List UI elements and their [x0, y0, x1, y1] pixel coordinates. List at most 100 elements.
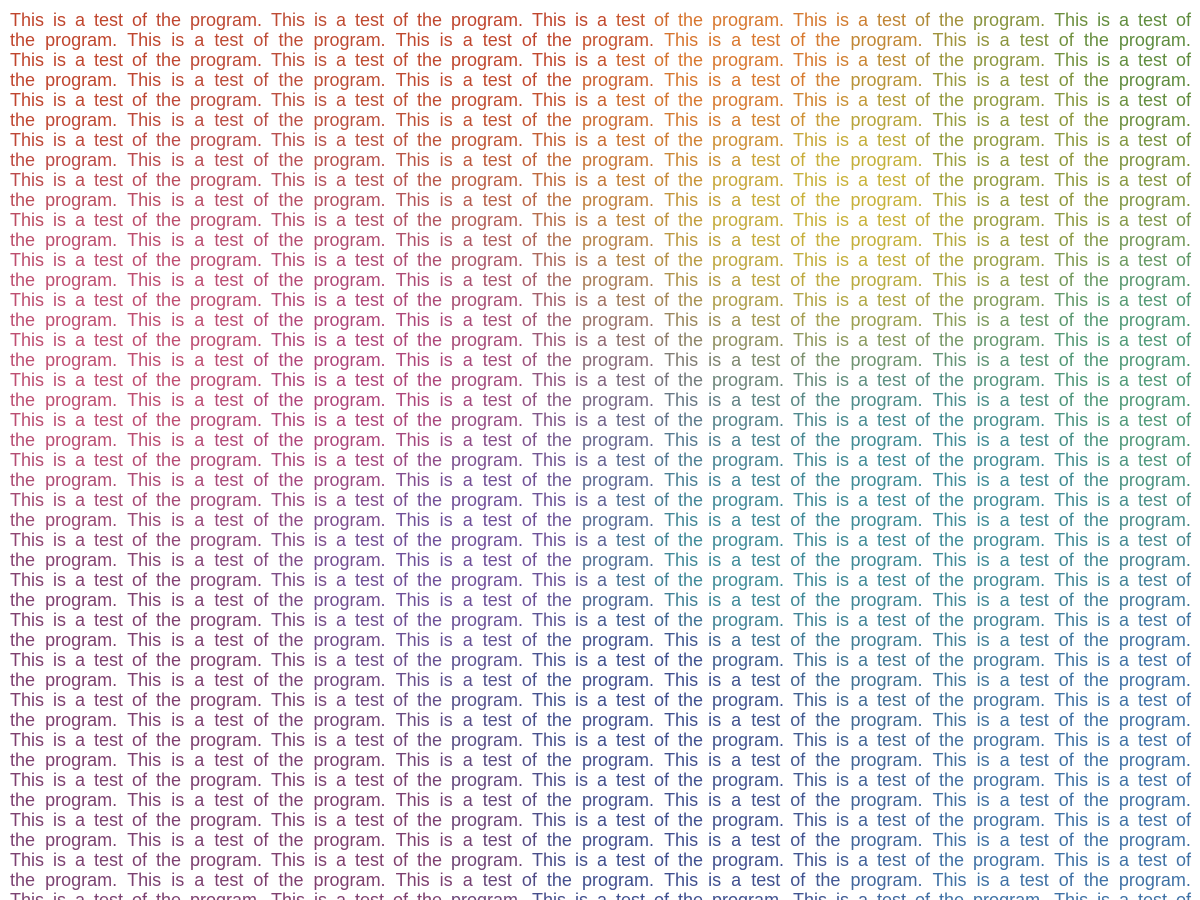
text-word: the — [1083, 30, 1114, 50]
text-word: test — [877, 90, 912, 110]
text-word: program. — [45, 590, 123, 610]
text-word: a — [999, 30, 1015, 50]
text-word: This — [10, 450, 50, 470]
text-word: the — [678, 490, 709, 510]
text-line: the program. This is a test of the progr… — [10, 190, 1191, 210]
text-word: of — [654, 730, 675, 750]
text-word: program. — [712, 770, 790, 790]
text-word: of — [1058, 750, 1079, 770]
text-line: the program. This is a test of the progr… — [10, 870, 1191, 890]
text-word: test — [355, 410, 390, 430]
text-word: the — [417, 90, 448, 110]
text-word: is — [976, 350, 995, 370]
text-word: test — [1019, 590, 1054, 610]
text-word: is — [575, 650, 594, 670]
text-word: the — [939, 210, 970, 230]
text-word: This — [395, 750, 435, 770]
text-word: program. — [850, 550, 928, 570]
text-word: test — [877, 450, 912, 470]
text-word: the — [546, 510, 577, 530]
text-line: This is a test of the program. This is a… — [10, 490, 1191, 510]
text-word: is — [1097, 890, 1116, 900]
text-word: the — [815, 350, 846, 370]
text-word: of — [1176, 250, 1192, 270]
text-word: of — [393, 250, 414, 270]
text-word: test — [214, 630, 249, 650]
text-word: is — [314, 730, 333, 750]
text-word: test — [214, 590, 249, 610]
text-word: is — [976, 710, 995, 730]
text-word: the — [278, 390, 309, 410]
text-word: the — [278, 790, 309, 810]
text-word: a — [731, 70, 747, 90]
text-word: test — [877, 570, 912, 590]
text-word: program. — [581, 750, 660, 770]
text-word: a — [1119, 490, 1135, 510]
text-word: of — [1058, 830, 1079, 850]
text-word: This — [664, 30, 704, 50]
text-word: is — [836, 770, 855, 790]
text-word: a — [597, 250, 613, 270]
text-word: test — [1138, 290, 1173, 310]
text-word: is — [314, 770, 333, 790]
text-word: test — [93, 890, 128, 900]
text-word: This — [271, 690, 311, 710]
text-word: test — [1019, 190, 1054, 210]
text-word: is — [708, 150, 727, 170]
text-word: a — [1119, 850, 1135, 870]
text-word: program. — [45, 790, 123, 810]
text-word: the — [678, 810, 709, 830]
text-word: of — [521, 70, 542, 90]
text-word: test — [1138, 730, 1173, 750]
text-word: is — [708, 790, 727, 810]
text-word: of — [1176, 650, 1192, 670]
text-word: of — [654, 450, 675, 470]
text-word: program. — [581, 590, 660, 610]
text-word: program. — [1118, 190, 1191, 210]
text-word: test — [1019, 230, 1054, 250]
text-word: This — [271, 410, 311, 430]
text-word: test — [93, 730, 128, 750]
text-word: program. — [973, 610, 1051, 630]
text-word: a — [336, 690, 352, 710]
text-word: This — [127, 310, 167, 330]
text-word: This — [10, 650, 50, 670]
text-word: is — [708, 670, 727, 690]
text-word: is — [314, 290, 333, 310]
text-word: This — [1054, 570, 1094, 590]
text-line: This is a test of the program. This is a… — [10, 610, 1191, 630]
text-word: is — [1097, 850, 1116, 870]
text-word: the — [417, 770, 448, 790]
text-word: This — [932, 630, 972, 650]
text-word: a — [731, 390, 747, 410]
text-word: is — [171, 270, 190, 290]
text-word: the — [815, 830, 846, 850]
text-word: program. — [190, 730, 268, 750]
text-word: a — [597, 570, 613, 590]
text-word: the — [546, 670, 577, 690]
text-word: test — [355, 570, 390, 590]
text-line: the program. This is a test of the progr… — [10, 550, 1191, 570]
text-word: is — [575, 570, 594, 590]
text-word: is — [575, 290, 594, 310]
text-word: is — [575, 770, 594, 790]
text-word: the — [678, 530, 709, 550]
text-word: is — [171, 830, 190, 850]
text-word: a — [462, 30, 478, 50]
text-word: This — [10, 290, 50, 310]
text-word: the — [1083, 270, 1114, 290]
text-word: test — [1138, 50, 1173, 70]
text-word: of — [253, 30, 274, 50]
text-word: This — [532, 290, 572, 310]
text-word: the — [546, 390, 577, 410]
text-word: test — [482, 390, 517, 410]
text-word: of — [915, 730, 936, 750]
text-word: a — [336, 250, 352, 270]
text-word: test — [214, 830, 249, 850]
text-word: is — [708, 390, 727, 410]
text-word: is — [439, 310, 458, 330]
text-word: This — [1054, 170, 1094, 190]
text-word: program. — [850, 310, 928, 330]
text-word: This — [1054, 690, 1094, 710]
text-word: program. — [45, 110, 123, 130]
